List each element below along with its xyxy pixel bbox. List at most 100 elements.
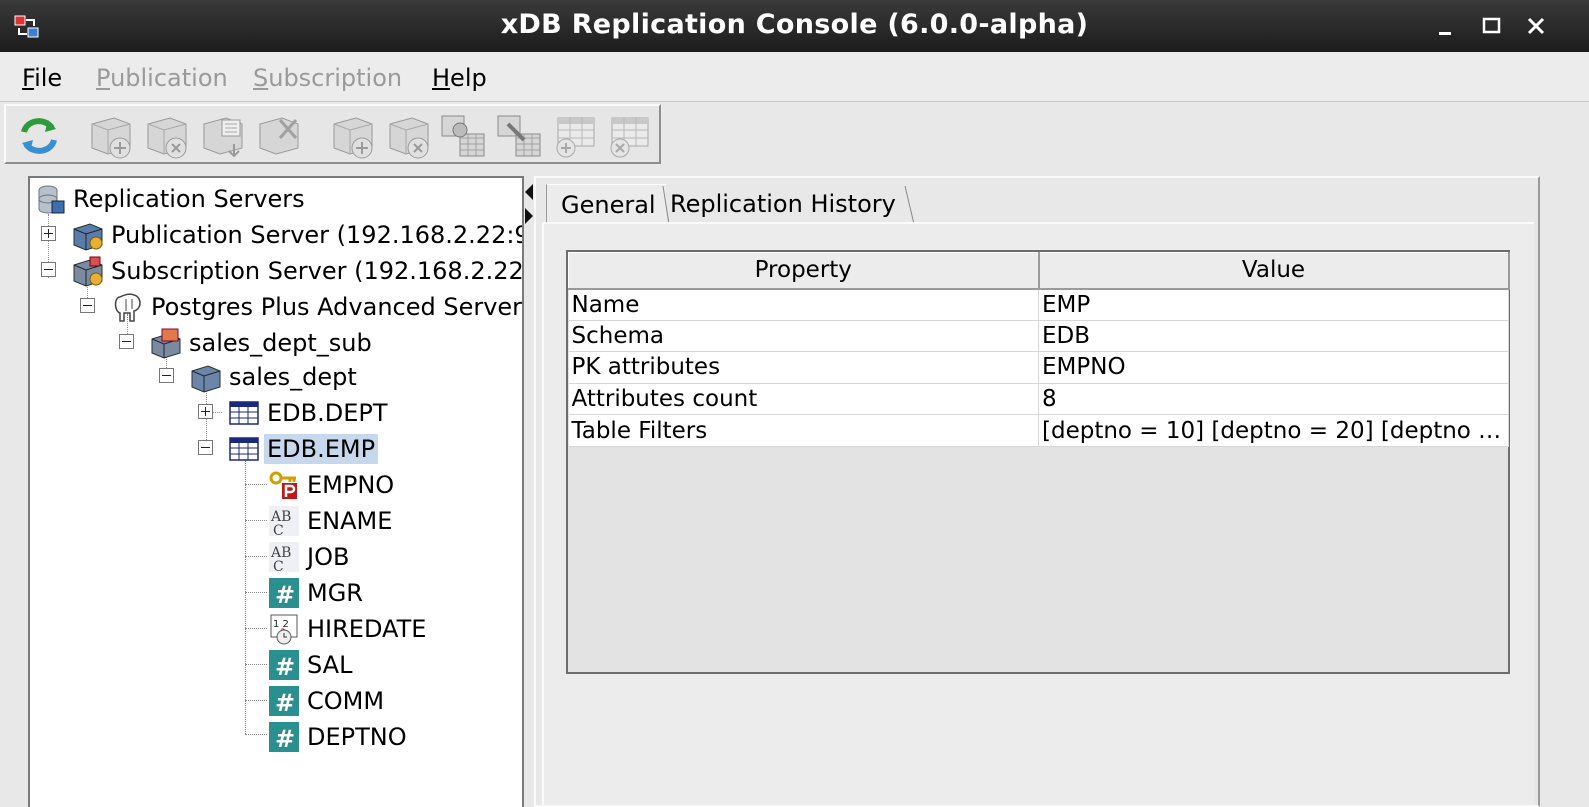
tree-connector	[245, 456, 246, 734]
add-table-icon[interactable]	[550, 110, 600, 160]
menu-file[interactable]: File	[22, 64, 62, 92]
tree-node-column[interactable]: 1 2 3 HIREDATE	[268, 612, 429, 646]
collapse-toggle[interactable]	[198, 440, 213, 455]
collapse-toggle[interactable]	[119, 334, 134, 349]
tree-label: sales_dept_sub	[189, 329, 372, 357]
tree-node-database[interactable]: sales_dept	[190, 360, 360, 394]
property-cell: Attributes count	[568, 383, 1039, 416]
table-row[interactable]: Table Filters [deptno = 10] [deptno = 20…	[568, 414, 1509, 447]
minimize-icon[interactable]	[1432, 12, 1460, 40]
replication-tree[interactable]: Replication Servers Publication Server (…	[28, 176, 524, 807]
primary-key-icon	[269, 471, 297, 499]
svg-text:C: C	[273, 559, 284, 573]
tree-node-table-emp[interactable]: EDB.EMP	[228, 432, 379, 466]
collapse-toggle[interactable]	[159, 368, 174, 383]
snapshot-icon[interactable]	[494, 110, 544, 160]
tree-connector	[245, 484, 267, 485]
tree-label: MGR	[307, 579, 363, 607]
svg-text:C: C	[273, 523, 284, 537]
tree-node-subscription-server[interactable]: Subscription Server (192.168.2.22	[72, 254, 522, 288]
add-subscription-server-icon[interactable]	[328, 110, 378, 160]
subscription-server-icon	[73, 256, 103, 287]
add-publication-server-icon[interactable]	[86, 110, 136, 160]
tree-label: sales_dept	[229, 363, 357, 391]
tree-connector	[245, 664, 267, 665]
expand-toggle[interactable]	[198, 404, 213, 419]
collapse-toggle[interactable]	[80, 298, 95, 313]
table-row[interactable]: Schema EDB	[568, 320, 1509, 353]
tree-label: ENAME	[307, 507, 393, 535]
table-icon	[229, 401, 259, 425]
numeric-column-icon: #	[269, 722, 299, 753]
tree-label: DEPTNO	[307, 723, 407, 751]
tab-label: General	[561, 190, 656, 219]
close-icon[interactable]	[1522, 12, 1550, 40]
menu-publication[interactable]: Publication	[96, 64, 228, 92]
details-panel: General Replication History Property Val…	[534, 176, 1540, 807]
tree-node-database-server[interactable]: Postgres Plus Advanced Server	[112, 290, 523, 324]
tab-general[interactable]: General	[546, 184, 666, 224]
table-row[interactable]: Name EMP	[568, 288, 1509, 321]
menu-subscription[interactable]: Subscription	[253, 64, 402, 92]
tree-node-column[interactable]: # DEPTNO	[268, 720, 410, 754]
tree-label-selected: EDB.EMP	[264, 434, 379, 464]
collapse-arrows-icon[interactable]	[524, 182, 534, 226]
remove-publication-server-icon[interactable]	[142, 110, 192, 160]
tree-label: Replication Servers	[73, 185, 305, 213]
title-bar: xDB Replication Console (6.0.0-alpha)	[0, 0, 1589, 52]
split-pane-divider[interactable]	[524, 176, 534, 807]
table-row[interactable]: Attributes count 8	[568, 383, 1509, 416]
value-cell: EDB	[1038, 320, 1509, 353]
text-column-icon: AB C	[269, 542, 299, 573]
tree-node-column[interactable]: AB C JOB	[268, 540, 352, 574]
tree-connector	[245, 556, 267, 557]
menu-bar: File Publication Subscription Help	[0, 52, 1589, 102]
tab-content: Property Value Name EMP Schema EDB PK at…	[542, 222, 1534, 805]
value-cell: EMPNO	[1038, 351, 1509, 384]
tree-label: COMM	[307, 687, 385, 715]
tree-label: HIREDATE	[307, 615, 427, 643]
refresh-icon[interactable]	[14, 110, 64, 160]
postgres-elephant-icon	[114, 293, 141, 322]
value-cell: EMP	[1038, 288, 1509, 321]
publication-properties-icon[interactable]	[198, 110, 248, 160]
tree-node-column[interactable]: # MGR	[268, 576, 366, 610]
table-row[interactable]: PK attributes EMPNO	[568, 351, 1509, 384]
tab-replication-history[interactable]: Replication History	[666, 184, 912, 224]
expand-toggle[interactable]	[41, 226, 56, 241]
tree-node-replication-servers[interactable]: Replication Servers	[34, 182, 308, 216]
tree-node-column[interactable]: EMPNO	[268, 468, 397, 502]
text-column-icon: AB C	[269, 506, 299, 537]
remove-table-icon[interactable]	[604, 110, 654, 160]
tree-label: JOB	[307, 543, 350, 571]
tree-node-subscription[interactable]: sales_dept_sub	[150, 326, 375, 360]
menu-help[interactable]: Help	[432, 64, 487, 92]
tree-node-column[interactable]: AB C ENAME	[268, 504, 395, 538]
tree-connector	[245, 592, 267, 593]
tree-node-column[interactable]: # SAL	[268, 648, 355, 682]
remove-subscription-server-icon[interactable]	[384, 110, 434, 160]
tree-node-table-dept[interactable]: EDB.DEPT	[228, 396, 391, 430]
date-column-icon: 1 2 3	[270, 614, 298, 645]
tree-node-publication-server[interactable]: Publication Server (192.168.2.22:9	[72, 218, 522, 252]
properties-table[interactable]: Property Value Name EMP Schema EDB PK at…	[566, 250, 1510, 674]
subscription-icon	[151, 328, 181, 359]
numeric-column-icon: #	[269, 650, 299, 681]
value-cell: [deptno = 10] [deptno = 20] [deptno = 30…	[1038, 414, 1509, 447]
tree-connector	[245, 520, 267, 521]
remove-publication-icon[interactable]	[254, 110, 304, 160]
tree-connector	[245, 700, 267, 701]
column-header-property[interactable]: Property	[568, 252, 1040, 290]
column-header-value[interactable]: Value	[1038, 252, 1510, 290]
tree-label: Postgres Plus Advanced Server	[151, 293, 523, 321]
tree-node-column[interactable]: # COMM	[268, 684, 387, 718]
numeric-column-icon: #	[269, 578, 299, 609]
collapse-toggle[interactable]	[41, 262, 56, 277]
maximize-icon[interactable]	[1478, 12, 1506, 40]
tree-connector	[245, 628, 267, 629]
database-icon	[191, 365, 221, 393]
window-title: xDB Replication Console (6.0.0-alpha)	[500, 9, 1089, 40]
property-cell: PK attributes	[568, 351, 1039, 384]
sync-icon[interactable]	[438, 110, 488, 160]
tree-connector	[245, 734, 267, 735]
